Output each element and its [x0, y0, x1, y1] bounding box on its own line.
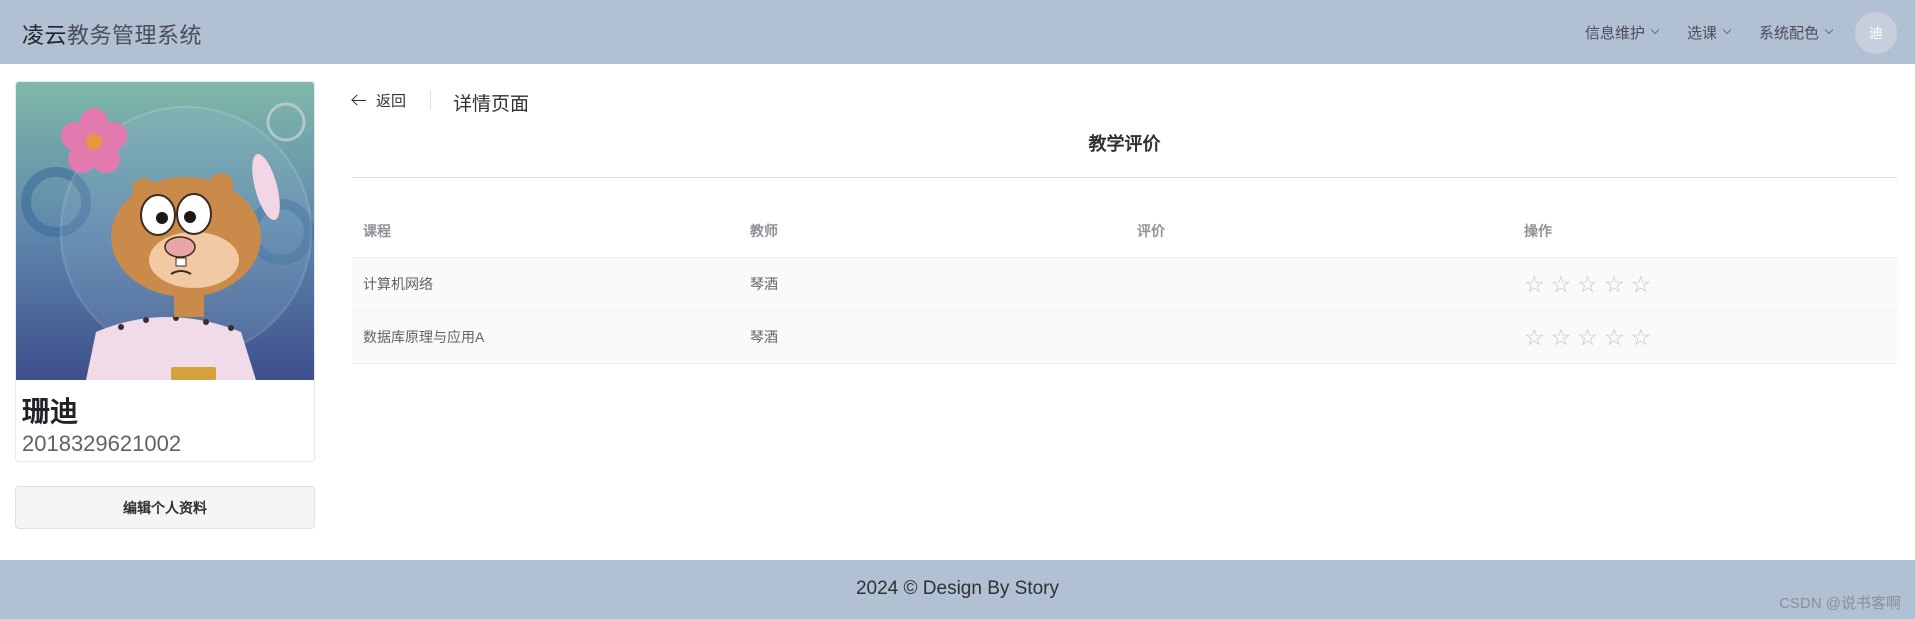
column-header-teacher: 教师: [750, 223, 778, 239]
back-label: 返回: [376, 93, 407, 110]
rating-stars: ☆ ☆ ☆ ☆ ☆: [1513, 325, 1897, 349]
column-header-action: 操作: [1524, 223, 1552, 239]
header-divider: [430, 90, 431, 110]
back-button[interactable]: 返回: [352, 90, 406, 111]
chevron-down-icon: [1650, 25, 1660, 35]
chevron-down-icon: [1824, 25, 1834, 35]
arrow-left-icon: [352, 95, 366, 107]
avatar-text: 迪: [1869, 25, 1883, 41]
star-icon[interactable]: ☆: [1524, 272, 1545, 296]
star-icon[interactable]: ☆: [1604, 325, 1625, 349]
table-row: 计算机网络 琴酒 ☆ ☆ ☆ ☆ ☆: [352, 258, 1897, 311]
star-icon[interactable]: ☆: [1524, 325, 1545, 349]
nav-label: 系统配色: [1759, 24, 1820, 42]
nav-info-maintenance[interactable]: 信息维护: [1585, 0, 1660, 64]
star-icon[interactable]: ☆: [1577, 325, 1598, 349]
brand-rest: 教务管理系统: [67, 23, 203, 48]
nav-label: 选课: [1687, 24, 1718, 42]
edit-profile-button[interactable]: 编辑个人资料: [15, 486, 315, 529]
nav-course-selection[interactable]: 选课: [1687, 0, 1732, 64]
section-title: 教学评价: [1088, 134, 1161, 154]
table-row: 数据库原理与应用A 琴酒 ☆ ☆ ☆ ☆ ☆: [352, 311, 1897, 364]
profile-name: 珊迪: [22, 396, 79, 427]
brand-strong: 凌云: [22, 23, 68, 48]
star-icon[interactable]: ☆: [1604, 272, 1625, 296]
course-cell: 计算机网络: [363, 276, 433, 292]
evaluation-table: 课程 教师 评价 操作 计算机网络 琴酒 ☆ ☆ ☆ ☆ ☆ 数据库原理与应用A…: [352, 205, 1897, 364]
user-avatar[interactable]: 迪: [1855, 12, 1897, 54]
profile-student-id: 2018329621002: [22, 431, 182, 456]
watermark-text: CSDN @说书客啊: [1779, 595, 1901, 612]
star-icon[interactable]: ☆: [1551, 325, 1572, 349]
star-icon[interactable]: ☆: [1631, 272, 1652, 296]
table-header-row: 课程 教师 评价 操作: [352, 205, 1897, 258]
page-title: 详情页面: [453, 94, 530, 115]
profile-photo: [16, 82, 314, 380]
course-cell: 数据库原理与应用A: [363, 329, 485, 345]
section-divider: [352, 177, 1897, 178]
rating-stars: ☆ ☆ ☆ ☆ ☆: [1513, 272, 1897, 296]
nav-label: 信息维护: [1585, 24, 1646, 42]
star-icon[interactable]: ☆: [1631, 325, 1652, 349]
teacher-cell: 琴酒: [750, 276, 778, 292]
column-header-course: 课程: [363, 223, 391, 239]
chevron-down-icon: [1722, 25, 1732, 35]
profile-card: 珊迪 2018329621002: [15, 81, 315, 462]
column-header-review: 评价: [1137, 223, 1165, 239]
top-header: 凌云教务管理系统 信息维护 选课 系统配色 迪: [0, 0, 1915, 64]
nav-theme-colors[interactable]: 系统配色: [1759, 0, 1834, 64]
app-brand[interactable]: 凌云教务管理系统: [22, 18, 202, 50]
teacher-cell: 琴酒: [750, 329, 778, 345]
star-icon[interactable]: ☆: [1577, 272, 1598, 296]
page-footer: 2024 © Design By Story CSDN @说书客啊: [0, 560, 1915, 619]
star-icon[interactable]: ☆: [1551, 272, 1572, 296]
copyright-text: 2024 © Design By Story: [855, 578, 1060, 599]
